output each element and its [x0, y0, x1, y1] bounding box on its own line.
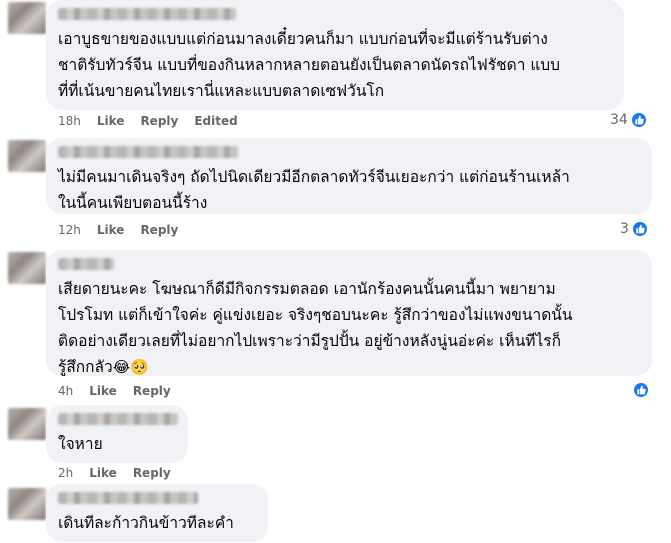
comment-actions: 2h Like Reply: [58, 466, 171, 480]
comment-text: เอาบูธขายของแบบแต่ก่อนมาลงเดี๋ยวคนก็มา แ…: [58, 30, 560, 100]
avatar[interactable]: [8, 408, 46, 440]
author-name[interactable]: [58, 8, 236, 20]
thumbs-up-icon: [629, 111, 648, 129]
thumbs-up-icon: [630, 220, 649, 238]
reply-button[interactable]: Reply: [140, 223, 178, 237]
like-button[interactable]: Like: [89, 466, 117, 480]
avatar[interactable]: [8, 252, 46, 284]
timestamp[interactable]: 18h: [58, 114, 81, 128]
author-name[interactable]: [58, 258, 114, 270]
reaction-count[interactable]: [632, 381, 650, 399]
comment-actions: 18h Like Reply Edited: [58, 114, 238, 128]
author-name[interactable]: [58, 413, 178, 425]
timestamp[interactable]: 12h: [58, 223, 81, 237]
timestamp[interactable]: 4h: [58, 384, 73, 398]
author-name[interactable]: [58, 492, 198, 504]
thumbs-up-icon: [632, 381, 650, 399]
comment-text: ใจหาย: [58, 435, 103, 453]
reply-button[interactable]: Reply: [140, 114, 178, 128]
reaction-count[interactable]: 3: [620, 220, 649, 238]
comment-bubble: เอาบูธขายของแบบแต่ก่อนมาลงเดี๋ยวคนก็มา แ…: [46, 0, 624, 110]
laughing-crying-pleading-emoji-icon: 😂🥺: [112, 358, 149, 376]
like-button[interactable]: Like: [97, 223, 125, 237]
comment-bubble: ไม่มีคนมาเดินจริงๆ ถัดไปนิดเดียวมีอีกตลา…: [46, 138, 652, 214]
reply-button[interactable]: Reply: [133, 384, 171, 398]
reply-button[interactable]: Reply: [133, 466, 171, 480]
avatar[interactable]: [8, 488, 46, 520]
comment-actions: 4h Like Reply: [58, 384, 171, 398]
comment-bubble: ใจหาย: [46, 405, 188, 463]
reaction-number: 34: [610, 112, 628, 128]
comment-text: เสียดายนะคะ โฆษณาก็ดีมีกิจกรรมตลอด เอานั…: [58, 276, 640, 380]
comment-text: ไม่มีคนมาเดินจริงๆ ถัดไปนิดเดียวมีอีกตลา…: [58, 168, 570, 212]
edited-label[interactable]: Edited: [194, 114, 237, 128]
reaction-count[interactable]: 34: [610, 111, 648, 129]
like-button[interactable]: Like: [89, 384, 117, 398]
comment-actions: 12h Like Reply: [58, 223, 178, 237]
avatar[interactable]: [8, 140, 46, 172]
timestamp[interactable]: 2h: [58, 466, 73, 480]
avatar[interactable]: [8, 2, 46, 34]
like-button[interactable]: Like: [97, 114, 125, 128]
reaction-number: 3: [620, 221, 629, 237]
comment-text: เดินทีละก้าวกินข้าวทีละคำ: [58, 514, 234, 532]
comment-bubble: เดินทีละก้าวกินข้าวทีละคำ: [46, 484, 268, 542]
author-name[interactable]: [58, 146, 238, 158]
comment-bubble: เสียดายนะคะ โฆษณาก็ดีมีกิจกรรมตลอด เอานั…: [46, 250, 652, 376]
